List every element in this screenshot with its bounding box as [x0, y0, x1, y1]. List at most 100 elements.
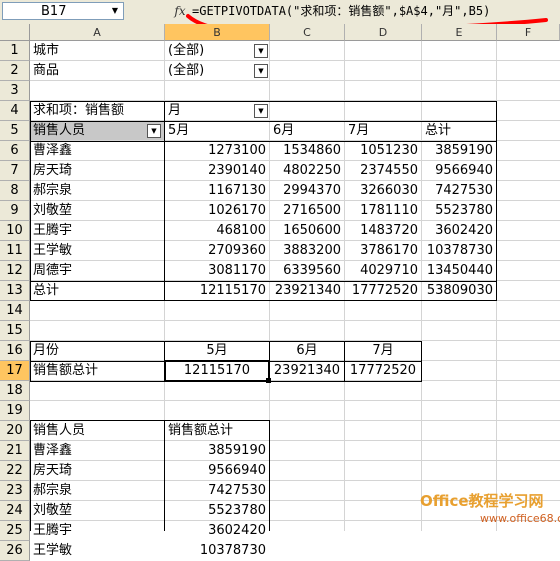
watermark-url: www.office68.com [480, 512, 560, 525]
row-header-26[interactable]: 26 [0, 541, 30, 561]
list-name: 郝宗泉 [33, 483, 73, 498]
pivot-value: 3786170 [360, 243, 418, 258]
row-field-dropdown-icon[interactable]: ▼ [147, 124, 161, 138]
list-name: 房天琦 [33, 463, 73, 478]
row-header-25[interactable]: 25 [0, 521, 30, 541]
pivot-row-name: 王学敏 [33, 243, 73, 258]
column-header-b[interactable]: B [165, 24, 270, 41]
pivot-value: 3602420 [435, 223, 493, 238]
row-header-14[interactable]: 14 [0, 301, 30, 321]
row-header-13[interactable]: 13 [0, 281, 30, 301]
pivot-value: 3081170 [208, 263, 266, 278]
row-header-15[interactable]: 15 [0, 321, 30, 341]
pivot-row-name: 房天琦 [33, 163, 73, 178]
filter-label: 城市 [33, 43, 60, 58]
pivot-value: 1534860 [283, 143, 341, 158]
name-box-dropdown-icon[interactable]: ▼ [110, 4, 120, 18]
row-header-6[interactable]: 6 [0, 141, 30, 161]
pivot-value: 1483720 [360, 223, 418, 238]
filter-dropdown-icon[interactable]: ▼ [254, 64, 268, 78]
divider [30, 121, 497, 122]
list-name: 刘敬堃 [33, 503, 73, 518]
divider [30, 141, 497, 142]
column-header-d[interactable]: D [345, 24, 422, 41]
fill-handle[interactable] [266, 378, 271, 383]
select-all-corner[interactable] [0, 24, 30, 41]
list-value: 10378730 [199, 543, 266, 558]
row-header-17[interactable]: 17 [0, 361, 30, 381]
row-header-12[interactable]: 12 [0, 261, 30, 281]
column-header-f[interactable]: F [497, 24, 560, 41]
pivot-value: 3883200 [283, 243, 341, 258]
row-header-24[interactable]: 24 [0, 501, 30, 521]
summary-value[interactable]: 17772520 [345, 361, 421, 380]
pivot-row-name: 郝宗泉 [33, 183, 73, 198]
pivot-value: 2374550 [360, 163, 418, 178]
row-header-10[interactable]: 10 [0, 221, 30, 241]
row-header-20[interactable]: 20 [0, 421, 30, 441]
pivot-value: 2994370 [283, 183, 341, 198]
worksheet-grid[interactable]: 城市 (全部) ▼ 商品 (全部) ▼ 求和项：销售额 月 ▼ 销售人员 ▼ 5… [30, 41, 560, 558]
row-header-18[interactable]: 18 [0, 381, 30, 401]
pivot-value: 1781110 [360, 203, 418, 218]
row-header-3[interactable]: 3 [0, 81, 30, 101]
pivot-value: 13450440 [426, 263, 493, 278]
row-header-7[interactable]: 7 [0, 161, 30, 181]
summary-month: 6月 [296, 343, 318, 358]
pivot-value: 23921340 [274, 283, 341, 298]
active-cell-highlight [164, 360, 270, 382]
filter-dropdown-icon[interactable]: ▼ [254, 44, 268, 58]
column-header-a[interactable]: A [30, 24, 165, 41]
row-header-9[interactable]: 9 [0, 201, 30, 221]
divider [344, 341, 345, 382]
pivot-value: 2390140 [208, 163, 266, 178]
pivot-value: 1273100 [208, 143, 266, 158]
pivot-value: 5523780 [435, 203, 493, 218]
pivot-row-name: 曹泽鑫 [33, 143, 73, 158]
divider [164, 420, 165, 531]
row-header-21[interactable]: 21 [0, 441, 30, 461]
pivot-row-field: 销售人员 [30, 121, 164, 140]
list-header: 销售人员 [33, 423, 86, 438]
month-header: 7月 [348, 123, 370, 138]
list-name: 曹泽鑫 [33, 443, 73, 458]
pivot-value: 4802250 [283, 163, 341, 178]
pivot-value: 4029710 [360, 263, 418, 278]
pivot-value: 2709360 [208, 243, 266, 258]
summary-label: 销售额总计 [33, 363, 99, 378]
month-header: 5月 [168, 123, 190, 138]
divider [30, 420, 270, 421]
pivot-value: 1650600 [283, 223, 341, 238]
list-name: 王学敏 [33, 543, 73, 558]
summary-value[interactable]: 23921340 [270, 361, 344, 380]
divider [30, 281, 497, 282]
pivot-value: 1167130 [208, 183, 266, 198]
pivot-value: 3859190 [435, 143, 493, 158]
list-value: 9566940 [208, 463, 266, 478]
row-header-11[interactable]: 11 [0, 241, 30, 261]
name-box[interactable]: B17 [2, 2, 124, 20]
col-field-dropdown-icon[interactable]: ▼ [254, 104, 268, 118]
list-value: 7427530 [208, 483, 266, 498]
column-header-c[interactable]: C [270, 24, 345, 41]
row-header-5[interactable]: 5 [0, 121, 30, 141]
row-header-2[interactable]: 2 [0, 61, 30, 81]
watermark-logo: Office教程学习网 www.office68.com [420, 490, 560, 531]
pivot-value: 53809030 [426, 283, 493, 298]
month-header: 总计 [425, 123, 452, 138]
row-header-19[interactable]: 19 [0, 401, 30, 421]
pivot-row-name: 刘敬堃 [33, 203, 73, 218]
row-header-23[interactable]: 23 [0, 481, 30, 501]
list-value: 3859190 [208, 443, 266, 458]
row-header-4[interactable]: 4 [0, 101, 30, 121]
row-header-1[interactable]: 1 [0, 41, 30, 61]
pivot-value: 12115170 [199, 283, 266, 298]
summary-month: 7月 [372, 343, 394, 358]
row-header-22[interactable]: 22 [0, 461, 30, 481]
column-header-e[interactable]: E [422, 24, 497, 41]
pivot-value: 1026170 [208, 203, 266, 218]
row-header-8[interactable]: 8 [0, 181, 30, 201]
pivot-total-label: 总计 [33, 283, 60, 298]
list-header: 销售额总计 [168, 423, 234, 438]
row-header-16[interactable]: 16 [0, 341, 30, 361]
